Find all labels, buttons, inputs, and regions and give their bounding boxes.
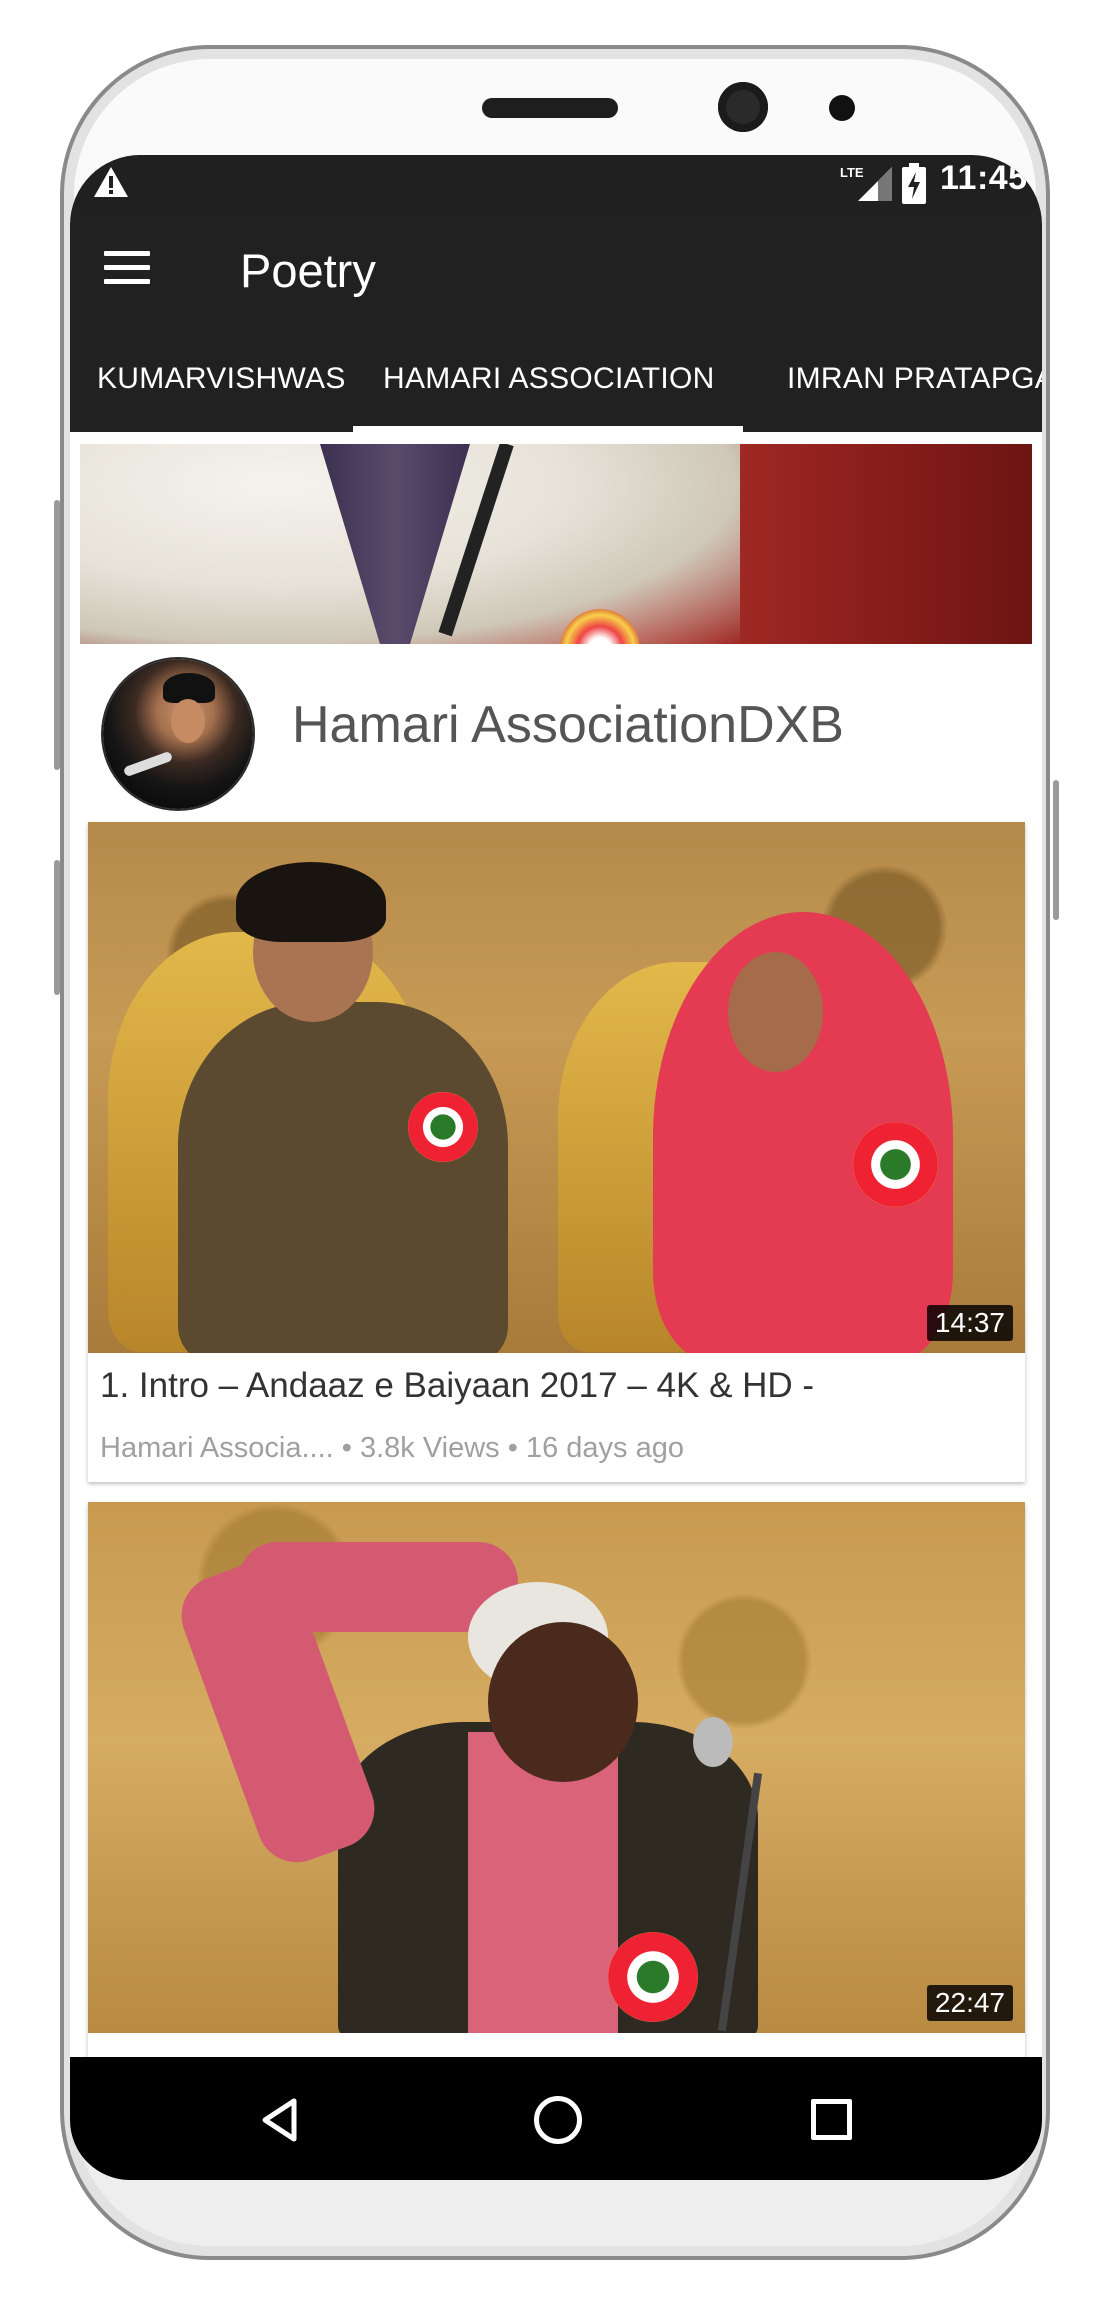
video-card[interactable]: 22:47 [88, 1502, 1025, 2057]
volume-button [54, 500, 60, 770]
meta-separator: • [507, 1432, 518, 1464]
video-channel: Hamari Associa.... [100, 1432, 334, 1464]
channel-banner-image [80, 444, 1032, 644]
status-bar: LTE 11:45 [70, 155, 1042, 211]
channel-name: Hamari AssociationDXB [292, 696, 844, 754]
phone-screen: LTE 11:45 Poetry KUMARVISHWAS HAMARI ASS… [70, 155, 1042, 2180]
video-age: 16 days ago [525, 1432, 684, 1464]
channel-avatar[interactable] [103, 659, 253, 809]
proximity-sensor [829, 95, 855, 121]
volume-down-button [54, 860, 60, 995]
video-views: 3.8k Views [359, 1432, 500, 1464]
video-duration: 22:47 [926, 1985, 1013, 2021]
video-thumbnail[interactable]: 14:37 [88, 822, 1025, 1353]
battery-charging-icon [902, 163, 926, 204]
video-card[interactable]: 14:37 1. Intro – Andaaz e Baiyaan 2017 –… [88, 822, 1025, 1482]
video-meta: Hamari Associa.... • 3.8k Views • 16 day… [100, 1432, 684, 1465]
channel-feed[interactable]: Hamari AssociationDXB 14:37 1. Intro – A… [70, 432, 1042, 2057]
tab-kumarvishwas[interactable]: KUMARVISHWAS [97, 334, 346, 432]
tab-imran-pratapgarhi[interactable]: IMRAN PRATAPGARHI [787, 334, 1042, 432]
tab-bar: KUMARVISHWAS HAMARI ASSOCIATION IMRAN PR… [70, 334, 1042, 432]
recent-apps-icon[interactable] [811, 2099, 852, 2140]
hamburger-menu-icon[interactable] [104, 251, 150, 291]
lte-signal-icon: LTE [840, 165, 892, 201]
navigation-bar [70, 2057, 1042, 2180]
status-time: 11:45 [940, 159, 1028, 197]
warning-icon [94, 167, 128, 197]
video-thumbnail[interactable]: 22:47 [88, 1502, 1025, 2033]
channel-header[interactable]: Hamari AssociationDXB [70, 644, 1042, 814]
video-title[interactable]: 1. Intro – Andaaz e Baiyaan 2017 – 4K & … [100, 1366, 814, 1406]
meta-separator: • [341, 1432, 352, 1464]
earpiece-speaker [482, 98, 618, 118]
front-camera [718, 82, 768, 132]
power-button [1053, 780, 1059, 920]
video-duration: 14:37 [926, 1305, 1013, 1341]
app-title: Poetry [240, 244, 376, 297]
back-icon[interactable] [260, 2097, 300, 2143]
app-bar: Poetry [70, 211, 1042, 334]
tab-hamari-association[interactable]: HAMARI ASSOCIATION [353, 334, 743, 432]
svg-text:LTE: LTE [840, 165, 864, 180]
home-icon[interactable] [534, 2096, 582, 2144]
